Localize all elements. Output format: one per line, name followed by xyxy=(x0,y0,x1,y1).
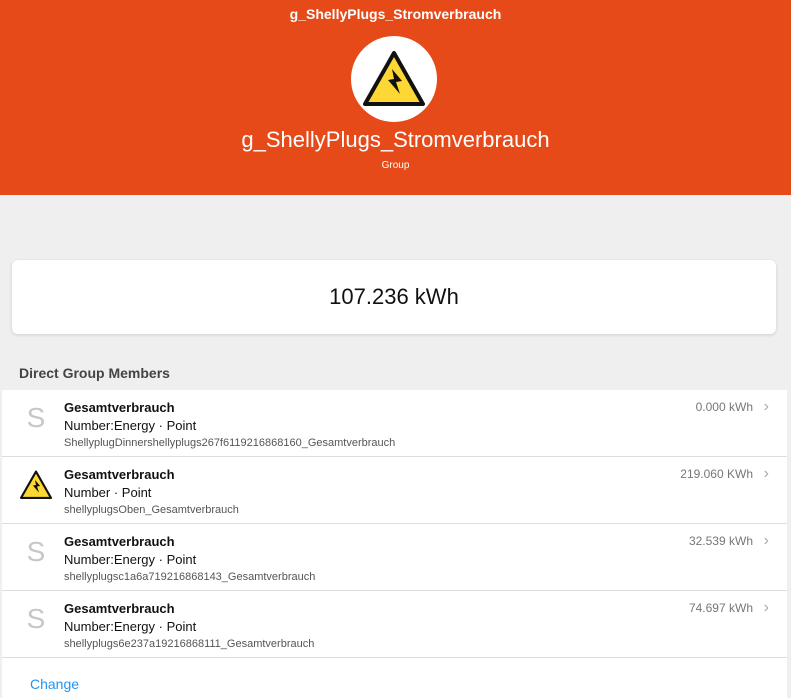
member-label: Gesamtverbrauch xyxy=(64,534,175,549)
group-state-card[interactable]: 107.236 kWh xyxy=(12,260,776,334)
member-item[interactable]: Gesamtverbrauch Number · Point shellyplu… xyxy=(2,457,787,524)
chevron-right-icon: › xyxy=(763,398,769,415)
chevron-right-icon: › xyxy=(763,532,769,549)
members-section-title: Direct Group Members xyxy=(19,365,170,381)
member-type: Number:Energy · Point xyxy=(64,418,197,433)
warning-electricity-icon xyxy=(18,467,54,503)
letter-s-icon: S xyxy=(26,536,46,567)
page-title: g_ShellyPlugs_Stromverbrauch xyxy=(241,127,550,152)
member-type: Number:Energy · Point xyxy=(64,552,197,567)
member-item[interactable]: S Gesamtverbrauch Number:Energy · Point … xyxy=(2,390,787,457)
member-type: Number · Point xyxy=(64,485,152,500)
chevron-right-icon: › xyxy=(763,599,769,616)
navbar-title: g_ShellyPlugs_Stromverbrauch xyxy=(289,6,502,22)
member-state: 74.697 kWh xyxy=(688,601,753,615)
member-label: Gesamtverbrauch xyxy=(64,400,175,415)
member-label: Gesamtverbrauch xyxy=(64,467,175,482)
member-item[interactable]: S Gesamtverbrauch Number:Energy · Point … xyxy=(2,591,787,658)
member-state: 32.539 kWh xyxy=(688,534,753,548)
warning-electricity-icon xyxy=(363,51,425,106)
member-item-name: shellyplugsc1a6a719216868143_Gesamtverbr… xyxy=(64,571,316,583)
page-header: g_ShellyPlugs_Stromverbrauch g_ShellyPlu… xyxy=(0,0,791,195)
member-type: Number:Energy · Point xyxy=(64,619,197,634)
member-label: Gesamtverbrauch xyxy=(64,601,175,616)
group-avatar xyxy=(351,36,437,122)
letter-s-icon: S xyxy=(26,402,46,433)
change-members-link[interactable]: Change xyxy=(30,676,79,692)
member-item[interactable]: S Gesamtverbrauch Number:Energy · Point … xyxy=(2,524,787,591)
member-item-name: ShellyplugDinnershellyplugs267f611921686… xyxy=(64,437,396,449)
change-row: Change xyxy=(2,658,787,698)
chevron-right-icon: › xyxy=(763,465,769,482)
group-state-value: 107.236 kWh xyxy=(329,284,459,309)
member-list: S Gesamtverbrauch Number:Energy · Point … xyxy=(2,390,787,698)
page-subtitle: Group xyxy=(381,160,410,171)
member-item-name: shellyplugs6e237a19216868111_Gesamtverbr… xyxy=(64,638,315,650)
member-item-name: shellyplugsOben_Gesamtverbrauch xyxy=(64,504,239,516)
letter-s-icon: S xyxy=(26,603,46,634)
member-state: 219.060 KWh xyxy=(680,467,753,481)
member-state: 0.000 kWh xyxy=(695,400,753,414)
